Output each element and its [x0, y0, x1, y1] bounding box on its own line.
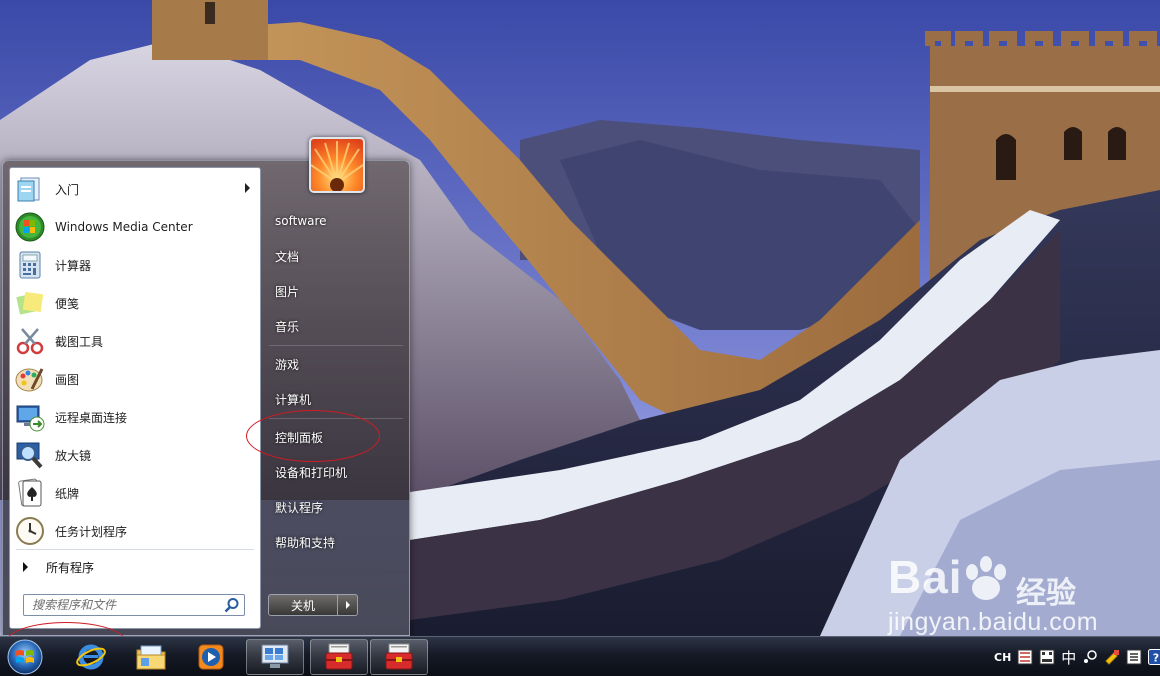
program-label: 画图	[55, 372, 80, 387]
program-item-sticky-notes[interactable]: 便笺	[12, 285, 258, 321]
help-icon[interactable]: ?	[1148, 649, 1160, 665]
submenu-arrow-icon	[245, 183, 250, 193]
right-item-music[interactable]: 音乐	[267, 311, 399, 341]
program-label: Windows Media Center	[55, 220, 193, 234]
baidu-watermark: Bai 经验 jingyan.baidu.com	[888, 550, 1156, 646]
right-item-software[interactable]: software	[267, 206, 399, 236]
punctuation-icon[interactable]	[1082, 649, 1098, 665]
program-item-magnifier[interactable]: 放大镜	[12, 437, 258, 473]
shutdown-button[interactable]: 关机	[268, 594, 338, 616]
right-item-documents[interactable]: 文档	[267, 241, 399, 271]
sticky-notes-icon	[16, 291, 44, 315]
taskbar-media-player[interactable]	[182, 639, 240, 675]
all-programs-button[interactable]: 所有程序	[12, 555, 258, 579]
toolbox-app-icon	[385, 643, 413, 670]
program-label: 放大镜	[55, 448, 92, 463]
paint-icon	[15, 368, 44, 392]
taskbar-windows-explorer[interactable]	[122, 639, 180, 675]
flower-avatar-icon	[311, 139, 363, 191]
watermark-url: jingyan.baidu.com	[888, 608, 1099, 636]
taskbar-toolbox-app-1[interactable]	[310, 639, 368, 675]
soft-keyboard-icon[interactable]	[1039, 649, 1055, 665]
program-label: 入门	[55, 182, 80, 197]
program-item-snipping-tool[interactable]: 截图工具	[12, 323, 258, 359]
start-menu-program-list: 入门 Windows Media Center 计算器 便笺 截图工具 画图 远…	[9, 167, 261, 629]
program-item-calculator[interactable]: 计算器	[12, 247, 258, 283]
taskbar-toolbox-app-2[interactable]	[370, 639, 428, 675]
chevron-right-icon	[345, 601, 350, 609]
program-list-divider	[16, 549, 254, 550]
watermark-brand-suffix: 经验	[1016, 576, 1076, 611]
right-item-pictures[interactable]: 图片	[267, 276, 399, 306]
settings-icon[interactable]	[1126, 649, 1142, 665]
program-label: 远程桌面连接	[55, 410, 128, 425]
program-label: 计算器	[55, 258, 92, 273]
all-programs-label: 所有程序	[46, 560, 95, 575]
calculator-icon	[19, 251, 41, 279]
program-label: 便笺	[55, 296, 80, 311]
right-pane-divider	[269, 345, 403, 346]
input-tools-icon[interactable]	[1104, 649, 1120, 665]
solitaire-icon	[18, 478, 42, 507]
right-item-computer[interactable]: 计算机	[267, 384, 399, 414]
ime-mode-indicator[interactable]: 中	[1061, 647, 1076, 668]
program-label: 任务计划程序	[55, 524, 128, 539]
getting-started-icon	[17, 177, 40, 202]
svg-text:?: ?	[1153, 652, 1159, 665]
remote-desktop-taskbar-icon	[261, 644, 289, 668]
right-item-games[interactable]: 游戏	[267, 349, 399, 379]
right-item-default-programs[interactable]: 默认程序	[267, 492, 399, 522]
remote-desktop-icon	[16, 405, 45, 432]
toolbox-app-icon	[325, 643, 353, 670]
ime-status-icon[interactable]	[1017, 649, 1033, 665]
user-account-picture[interactable]	[309, 137, 365, 193]
windows-media-center-icon	[15, 212, 45, 242]
right-pane-divider	[269, 418, 403, 419]
program-label: 截图工具	[55, 334, 104, 349]
program-item-remote-desktop[interactable]: 远程桌面连接	[12, 399, 258, 435]
program-label: 纸牌	[55, 486, 80, 501]
start-menu: 入门 Windows Media Center 计算器 便笺 截图工具 画图 远…	[2, 137, 410, 636]
search-icon[interactable]	[224, 597, 240, 613]
start-button-windows-icon[interactable]	[5, 638, 45, 676]
media-player-icon	[198, 644, 224, 670]
program-item-windows-media-center[interactable]: Windows Media Center	[12, 209, 258, 245]
search-input[interactable]	[24, 595, 220, 615]
taskbar-internet-explorer[interactable]	[62, 639, 120, 675]
program-item-paint[interactable]: 画图	[12, 361, 258, 397]
search-box	[23, 594, 245, 616]
system-tray: CH 中 ?	[994, 643, 1160, 671]
task-scheduler-icon	[16, 517, 44, 545]
program-item-solitaire[interactable]: 纸牌	[12, 475, 258, 511]
right-item-devices-printers[interactable]: 设备和打印机	[267, 457, 399, 487]
shutdown-group: 关机	[268, 594, 358, 616]
taskbar-remote-app[interactable]	[246, 639, 304, 675]
snipping-tool-icon	[16, 328, 44, 355]
language-indicator[interactable]: CH	[994, 651, 1011, 664]
baidu-paw-icon	[966, 556, 1006, 600]
program-item-getting-started[interactable]: 入门	[12, 171, 258, 207]
magnifier-icon	[16, 442, 43, 469]
program-item-task-scheduler[interactable]: 任务计划程序	[12, 513, 258, 549]
shutdown-options-button[interactable]	[338, 594, 358, 616]
all-programs-arrow-icon	[23, 562, 28, 572]
right-item-help-support[interactable]: 帮助和支持	[267, 527, 399, 557]
windows-explorer-icon	[136, 645, 166, 670]
right-item-control-panel[interactable]: 控制面板	[267, 422, 399, 452]
taskbar: CH 中 ?	[0, 636, 1160, 676]
internet-explorer-icon	[76, 644, 106, 670]
watermark-brand: Bai	[888, 551, 963, 603]
